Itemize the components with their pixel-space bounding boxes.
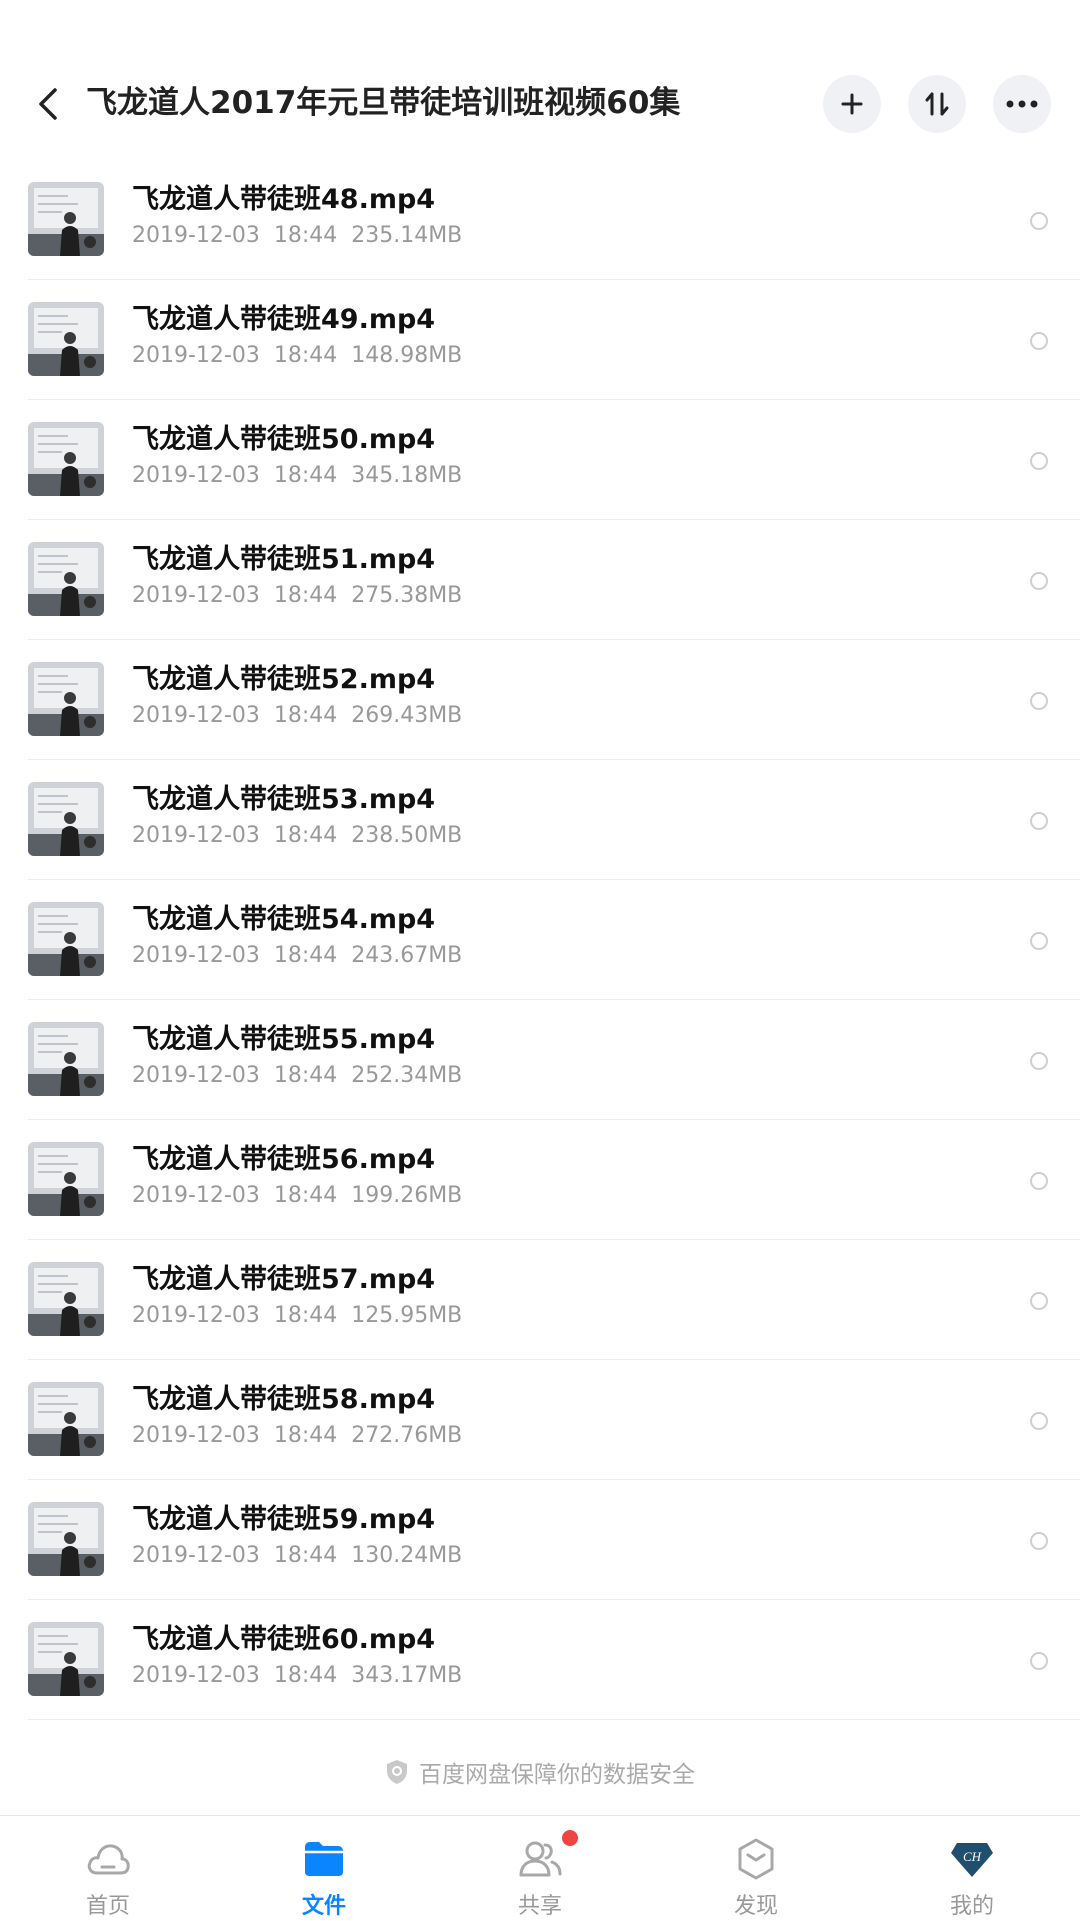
folder-icon — [305, 1842, 343, 1876]
file-row[interactable]: 飞龙道人带徒班59.mp4 2019-12-03 18:44 130.24MB — [28, 1480, 1080, 1600]
tab-label: 共享 — [517, 1894, 562, 1919]
select-radio[interactable] — [1030, 932, 1048, 950]
file-row[interactable]: 飞龙道人带徒班53.mp4 2019-12-03 18:44 238.50MB — [28, 760, 1080, 880]
video-thumbnail — [28, 1142, 104, 1216]
avatar-text: CH — [963, 1849, 982, 1864]
file-meta: 2019-12-03 18:44 199.26MB — [132, 1183, 463, 1208]
video-thumbnail — [28, 1262, 104, 1336]
select-radio[interactable] — [1030, 572, 1048, 590]
file-row[interactable]: 飞龙道人带徒班48.mp4 2019-12-03 18:44 235.14MB — [28, 160, 1080, 280]
security-note: 百度网盘保障你的数据安全 — [0, 1755, 1080, 1789]
video-thumbnail — [28, 782, 104, 856]
plus-icon — [841, 93, 863, 115]
file-meta: 2019-12-03 18:44 235.14MB — [132, 223, 463, 248]
file-name: 飞龙道人带徒班53.mp4 — [132, 784, 436, 815]
tab-share[interactable]: 共享 — [432, 1816, 648, 1921]
file-name: 飞龙道人带徒班52.mp4 — [132, 664, 436, 695]
file-name: 飞龙道人带徒班58.mp4 — [132, 1384, 436, 1415]
file-name: 飞龙道人带徒班56.mp4 — [132, 1144, 436, 1175]
select-radio[interactable] — [1030, 332, 1048, 350]
file-name: 飞龙道人带徒班55.mp4 — [132, 1024, 436, 1055]
file-meta: 2019-12-03 18:44 272.76MB — [132, 1423, 463, 1448]
file-meta: 2019-12-03 18:44 125.95MB — [132, 1303, 463, 1328]
file-row[interactable]: 飞龙道人带徒班49.mp4 2019-12-03 18:44 148.98MB — [28, 280, 1080, 400]
people-icon — [519, 1841, 562, 1877]
file-meta: 2019-12-03 18:44 130.24MB — [132, 1543, 463, 1568]
select-radio[interactable] — [1030, 1292, 1048, 1310]
sort-icon — [925, 92, 949, 116]
video-thumbnail — [28, 422, 104, 496]
select-radio[interactable] — [1030, 812, 1048, 830]
file-meta: 2019-12-03 18:44 252.34MB — [132, 1063, 463, 1088]
tab-label: 发现 — [733, 1894, 778, 1919]
video-thumbnail — [28, 302, 104, 376]
select-radio[interactable] — [1030, 212, 1048, 230]
select-radio[interactable] — [1030, 452, 1048, 470]
notification-badge — [562, 1830, 578, 1846]
select-radio[interactable] — [1030, 1532, 1048, 1550]
file-row[interactable]: 飞龙道人带徒班52.mp4 2019-12-03 18:44 269.43MB — [28, 640, 1080, 760]
file-list: 飞龙道人带徒班48.mp4 2019-12-03 18:44 235.14MB … — [0, 160, 1080, 1720]
file-name: 飞龙道人带徒班60.mp4 — [132, 1624, 436, 1655]
file-name: 飞龙道人带徒班57.mp4 — [132, 1264, 436, 1295]
tab-label: 首页 — [85, 1894, 130, 1919]
select-radio[interactable] — [1030, 1412, 1048, 1430]
more-button[interactable] — [993, 75, 1051, 133]
file-row[interactable]: 飞龙道人带徒班50.mp4 2019-12-03 18:44 345.18MB — [28, 400, 1080, 520]
security-note-text: 百度网盘保障你的数据安全 — [419, 1762, 695, 1788]
sort-button[interactable] — [908, 75, 966, 133]
back-button[interactable] — [30, 82, 66, 126]
tab-files[interactable]: 文件 — [216, 1816, 432, 1921]
file-meta: 2019-12-03 18:44 275.38MB — [132, 583, 463, 608]
file-name: 飞龙道人带徒班50.mp4 — [132, 424, 436, 455]
video-thumbnail — [28, 1622, 104, 1696]
avatar-icon: CH — [951, 1843, 993, 1877]
file-name: 飞龙道人带徒班54.mp4 — [132, 904, 436, 935]
chevron-left-icon — [39, 88, 57, 120]
file-row[interactable]: 飞龙道人带徒班57.mp4 2019-12-03 18:44 125.95MB — [28, 1240, 1080, 1360]
file-meta: 2019-12-03 18:44 148.98MB — [132, 343, 463, 368]
shield-icon — [387, 1760, 407, 1784]
file-row[interactable]: 飞龙道人带徒班60.mp4 2019-12-03 18:44 343.17MB — [28, 1600, 1080, 1720]
file-name: 飞龙道人带徒班49.mp4 — [132, 304, 436, 335]
file-row[interactable]: 飞龙道人带徒班54.mp4 2019-12-03 18:44 243.67MB — [28, 880, 1080, 1000]
file-meta: 2019-12-03 18:44 238.50MB — [132, 823, 463, 848]
file-row[interactable]: 飞龙道人带徒班51.mp4 2019-12-03 18:44 275.38MB — [28, 520, 1080, 640]
tab-discover[interactable]: 发现 — [648, 1816, 864, 1921]
select-radio[interactable] — [1030, 1052, 1048, 1070]
tab-label: 我的 — [949, 1894, 994, 1919]
file-meta: 2019-12-03 18:44 343.17MB — [132, 1663, 463, 1688]
file-name: 飞龙道人带徒班48.mp4 — [132, 184, 436, 215]
video-thumbnail — [28, 1382, 104, 1456]
video-thumbnail — [28, 662, 104, 736]
video-thumbnail — [28, 182, 104, 256]
file-row[interactable]: 飞龙道人带徒班56.mp4 2019-12-03 18:44 199.26MB — [28, 1120, 1080, 1240]
more-icon — [1006, 100, 1038, 108]
video-thumbnail — [28, 1022, 104, 1096]
tab-label: 文件 — [301, 1894, 346, 1919]
video-thumbnail — [28, 1502, 104, 1576]
file-name: 飞龙道人带徒班51.mp4 — [132, 544, 436, 575]
file-name: 飞龙道人带徒班59.mp4 — [132, 1504, 436, 1535]
file-row[interactable]: 飞龙道人带徒班58.mp4 2019-12-03 18:44 272.76MB — [28, 1360, 1080, 1480]
select-radio[interactable] — [1030, 1652, 1048, 1670]
select-radio[interactable] — [1030, 1172, 1048, 1190]
top-bar: 飞龙道人2017年元旦带徒培训班视频60集 — [0, 0, 1080, 160]
file-meta: 2019-12-03 18:44 243.67MB — [132, 943, 463, 968]
discover-icon — [738, 1838, 774, 1880]
tab-mine[interactable]: CH 我的 — [864, 1816, 1080, 1921]
add-button[interactable] — [823, 75, 881, 133]
tab-home[interactable]: 首页 — [0, 1816, 216, 1921]
file-meta: 2019-12-03 18:44 269.43MB — [132, 703, 463, 728]
cloud-icon — [87, 1844, 130, 1875]
video-thumbnail — [28, 902, 104, 976]
bottom-tab-bar: 首页 文件 共享 发现 CH 我的 — [0, 1815, 1080, 1921]
select-radio[interactable] — [1030, 692, 1048, 710]
file-meta: 2019-12-03 18:44 345.18MB — [132, 463, 463, 488]
file-row[interactable]: 飞龙道人带徒班55.mp4 2019-12-03 18:44 252.34MB — [28, 1000, 1080, 1120]
page-title: 飞龙道人2017年元旦带徒培训班视频60集 — [86, 85, 681, 121]
video-thumbnail — [28, 542, 104, 616]
